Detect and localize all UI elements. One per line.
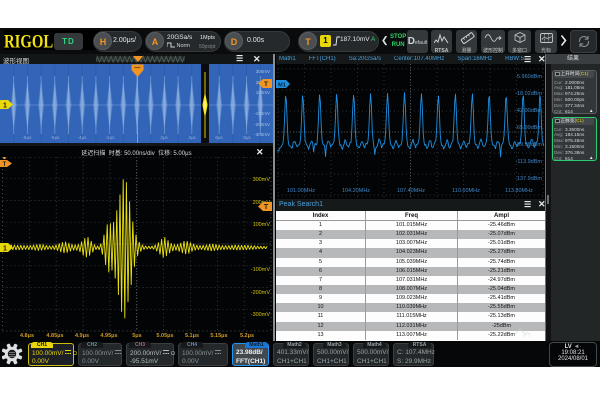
svg-text:M1: M1: [278, 82, 286, 88]
svg-text:T: T: [264, 204, 269, 211]
svg-text:T: T: [264, 81, 268, 88]
svg-text:1: 1: [3, 102, 7, 109]
svg-text:1: 1: [3, 245, 7, 252]
svg-text:T: T: [3, 162, 7, 167]
